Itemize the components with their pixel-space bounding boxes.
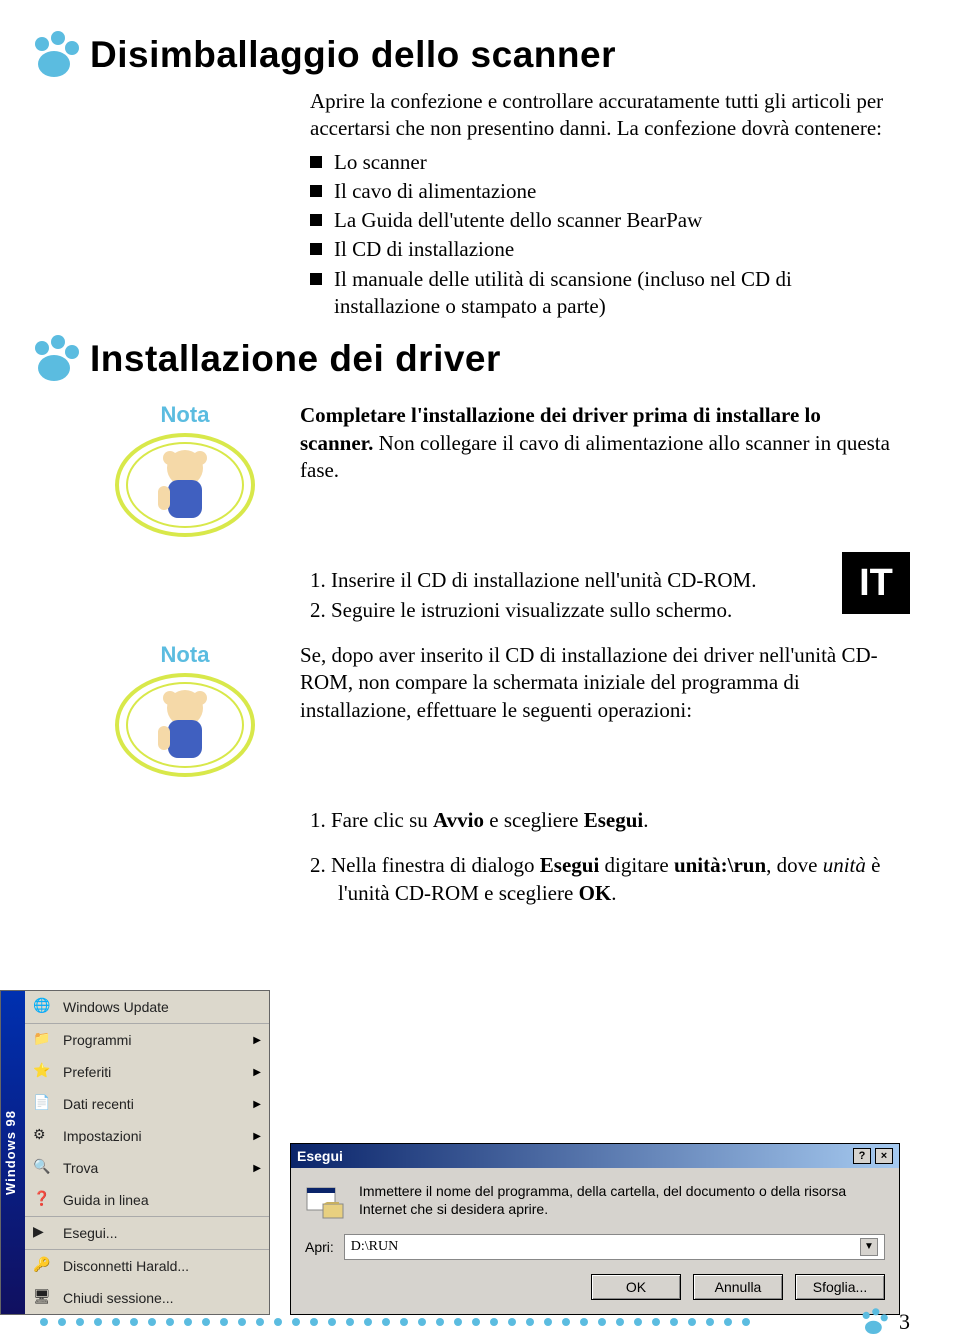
run-dialog-text: Immettere il nome del programma, della c… [359, 1182, 885, 1218]
note-label: Nota [100, 642, 270, 668]
note-text-2: Se, dopo aver inserito il CD di installa… [300, 642, 890, 724]
start-menu-brand: Windows 98 [1, 991, 25, 1314]
cancel-button[interactable]: Annulla [693, 1274, 783, 1300]
start-menu-item[interactable]: ⚙ Impostazioni ▶ [25, 1120, 269, 1152]
package-item: Lo scanner [310, 149, 890, 176]
step-3: 1. Fare clic su Avvio e scegliere Esegui… [310, 807, 890, 834]
package-contents-list: Lo scannerIl cavo di alimentazioneLa Gui… [310, 149, 890, 321]
menu-item-icon: ❓ [33, 1190, 53, 1210]
paw-icon [30, 334, 80, 384]
menu-item-label: Programmi [63, 1032, 131, 1048]
page-number: 3 [899, 1309, 910, 1335]
run-dialog-titlebar: Esegui ? × [291, 1144, 899, 1168]
submenu-arrow-icon: ▶ [253, 1131, 261, 1142]
package-item: Il CD di installazione [310, 236, 890, 263]
ok-button[interactable]: OK [591, 1274, 681, 1300]
start-menu-item[interactable]: 🔑 Disconnetti Harald... [25, 1249, 269, 1282]
package-item: Il cavo di alimentazione [310, 178, 890, 205]
start-menu-item[interactable]: ▶ Esegui... [25, 1216, 269, 1249]
heading-install: Installazione dei driver [30, 334, 890, 384]
submenu-arrow-icon: ▶ [253, 1099, 261, 1110]
start-menu-item[interactable]: 🌐 Windows Update [25, 991, 269, 1023]
submenu-arrow-icon: ▶ [253, 1163, 261, 1174]
start-menu-item[interactable]: 📁 Programmi ▶ [25, 1023, 269, 1056]
menu-item-label: Chiudi sessione... [63, 1290, 174, 1306]
run-open-label: Apri: [305, 1239, 334, 1255]
run-open-input[interactable]: D:\RUN ▼ [344, 1234, 885, 1260]
package-item: La Guida dell'utente dello scanner BearP… [310, 207, 890, 234]
close-button[interactable]: × [875, 1148, 893, 1164]
menu-item-label: Windows Update [63, 999, 169, 1015]
note-label: Nota [100, 402, 270, 428]
note-badge-2: Nota [100, 642, 270, 785]
paw-icon [859, 1307, 889, 1337]
start-menu-item[interactable]: 🔍 Trova ▶ [25, 1152, 269, 1184]
menu-item-icon: 🌐 [33, 997, 53, 1017]
bear-icon [110, 670, 260, 780]
package-item: Il manuale delle utilità di scansione (i… [310, 266, 890, 321]
run-dialog-screenshot: Esegui ? × Immettere il nome del program… [290, 1143, 900, 1315]
dropdown-icon[interactable]: ▼ [860, 1238, 878, 1256]
heading-unpacking: Disimballaggio dello scanner [30, 30, 890, 80]
bear-icon [110, 430, 260, 540]
menu-item-icon: 📁 [33, 1030, 53, 1050]
menu-item-icon: ⭐ [33, 1062, 53, 1082]
note-badge-1: Nota [100, 402, 270, 545]
start-menu-item[interactable]: ❓ Guida in linea [25, 1184, 269, 1216]
intro-text: Aprire la confezione e controllare accur… [310, 88, 890, 143]
menu-item-icon: 🔍 [33, 1158, 53, 1178]
submenu-arrow-icon: ▶ [253, 1067, 261, 1078]
step-2: 2. Seguire le istruzioni visualizzate su… [310, 597, 890, 624]
menu-item-label: Trova [63, 1160, 98, 1176]
menu-item-label: Preferiti [63, 1064, 111, 1080]
menu-item-icon: ⚙ [33, 1126, 53, 1146]
menu-item-icon: 🖥 [33, 1288, 53, 1308]
start-menu-screenshot: Windows 98 🌐 Windows Update 📁 Programmi ▶ ⭐ Pr… [0, 990, 270, 1315]
h1-unpacking: Disimballaggio dello scanner [90, 34, 616, 76]
h1-install: Installazione dei driver [90, 338, 501, 380]
menu-item-icon: 📄 [33, 1094, 53, 1114]
menu-item-label: Dati recenti [63, 1096, 134, 1112]
run-icon [305, 1182, 345, 1222]
help-button[interactable]: ? [853, 1148, 871, 1164]
step-4: 2. Nella finestra di dialogo Esegui digi… [310, 852, 890, 907]
note-text-1: Completare l'installazione dei driver pr… [300, 402, 890, 484]
menu-item-label: Guida in linea [63, 1192, 149, 1208]
menu-item-label: Esegui... [63, 1225, 117, 1241]
start-menu-item[interactable]: ⭐ Preferiti ▶ [25, 1056, 269, 1088]
page-footer: 3 [0, 1307, 910, 1337]
paw-icon [30, 30, 80, 80]
step-1: 1. Inserire il CD di installazione nell'… [310, 567, 890, 594]
browse-button[interactable]: Sfoglia... [795, 1274, 885, 1300]
language-badge: IT [842, 552, 910, 614]
menu-item-label: Disconnetti Harald... [63, 1258, 189, 1274]
submenu-arrow-icon: ▶ [253, 1035, 261, 1046]
menu-item-icon: ▶ [33, 1223, 53, 1243]
start-menu-item[interactable]: 📄 Dati recenti ▶ [25, 1088, 269, 1120]
menu-item-icon: 🔑 [33, 1256, 53, 1276]
menu-item-label: Impostazioni [63, 1128, 142, 1144]
